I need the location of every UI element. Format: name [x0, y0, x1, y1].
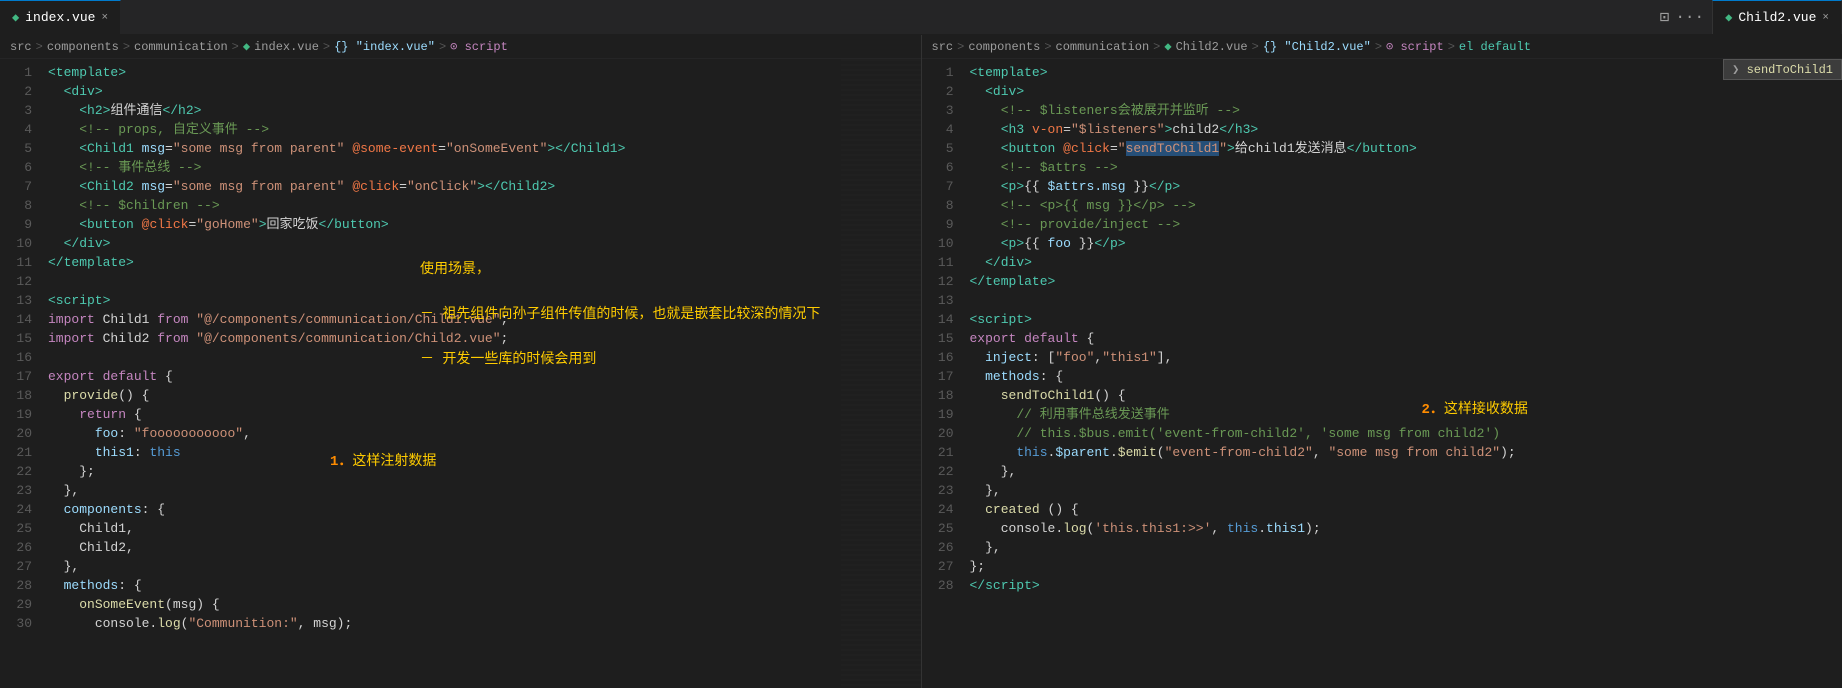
bc-sep3: >	[232, 40, 239, 54]
tooltip-chevron: ❯	[1732, 63, 1739, 77]
bc-sep2: >	[123, 40, 130, 54]
right-code-area: 1234567891011121314151617181920212223242…	[922, 59, 1842, 688]
tab-child2-vue[interactable]: ◆ Child2.vue ×	[1712, 0, 1842, 34]
r-bc-vue-icon: ◆	[1164, 39, 1171, 54]
r-bc-sep5: >	[1375, 40, 1382, 54]
r-bc-filename: Child2.vue	[1176, 40, 1248, 54]
tab-right-label: Child2.vue	[1738, 10, 1816, 25]
tab-left-close[interactable]: ×	[101, 12, 108, 24]
split-editor-icon[interactable]: ⊡	[1660, 7, 1670, 27]
bc-sep1: >	[36, 40, 43, 54]
right-breadcrumb: src > components > communication > ◆ Chi…	[922, 35, 1842, 59]
bc-obj: {} "index.vue"	[334, 40, 435, 54]
r-bc-sep4: >	[1252, 40, 1259, 54]
tooltip-text: sendToChild1	[1747, 63, 1833, 77]
bc-components: components	[47, 40, 119, 54]
tooltip-sendtochild1: ❯ sendToChild1	[1723, 59, 1842, 80]
bc-sep4: >	[323, 40, 330, 54]
tab-right-close[interactable]: ×	[1822, 12, 1829, 24]
left-minimap	[841, 59, 921, 688]
bc-script: ⊙ script	[450, 39, 508, 54]
left-code-area: 1234567891011121314151617181920212223242…	[0, 59, 921, 688]
tab-bar: ◆ index.vue × ⊡ ··· ◆ Child2.vue ×	[0, 0, 1842, 35]
r-bc-src: src	[932, 40, 954, 54]
bc-filename: index.vue	[254, 40, 319, 54]
r-bc-components: components	[968, 40, 1040, 54]
r-bc-sep1: >	[957, 40, 964, 54]
bc-communication: communication	[134, 40, 228, 54]
right-editor-pane: src > components > communication > ◆ Chi…	[922, 35, 1842, 688]
right-code-content[interactable]: <template> <div> <!-- $listeners会被展开并监听 …	[962, 59, 1842, 688]
bc-vue-icon: ◆	[243, 39, 250, 54]
editors-container: src > components > communication > ◆ ind…	[0, 35, 1842, 688]
more-actions-icon[interactable]: ···	[1675, 8, 1704, 26]
r-bc-communication: communication	[1056, 40, 1150, 54]
left-breadcrumb: src > components > communication > ◆ ind…	[0, 35, 921, 59]
r-bc-sep6: >	[1448, 40, 1455, 54]
r-bc-obj: {} "Child2.vue"	[1263, 40, 1371, 54]
r-bc-script: ⊙ script	[1386, 39, 1444, 54]
tab-actions-left: ⊡ ···	[1652, 0, 1712, 34]
bc-sep5: >	[439, 40, 446, 54]
tab-left-label: index.vue	[25, 10, 95, 25]
tab-index-vue[interactable]: ◆ index.vue ×	[0, 0, 121, 34]
left-editor-pane: src > components > communication > ◆ ind…	[0, 35, 922, 688]
left-code-content[interactable]: <template> <div> <h2>组件通信</h2> <!-- prop…	[40, 59, 841, 688]
right-line-numbers: 1234567891011121314151617181920212223242…	[922, 59, 962, 688]
r-bc-default: el default	[1459, 40, 1531, 54]
r-bc-sep3: >	[1153, 40, 1160, 54]
vue-icon-left: ◆	[12, 10, 19, 25]
left-line-numbers: 1234567891011121314151617181920212223242…	[0, 59, 40, 688]
bc-src: src	[10, 40, 32, 54]
r-bc-sep2: >	[1044, 40, 1051, 54]
vue-icon-right: ◆	[1725, 10, 1732, 25]
